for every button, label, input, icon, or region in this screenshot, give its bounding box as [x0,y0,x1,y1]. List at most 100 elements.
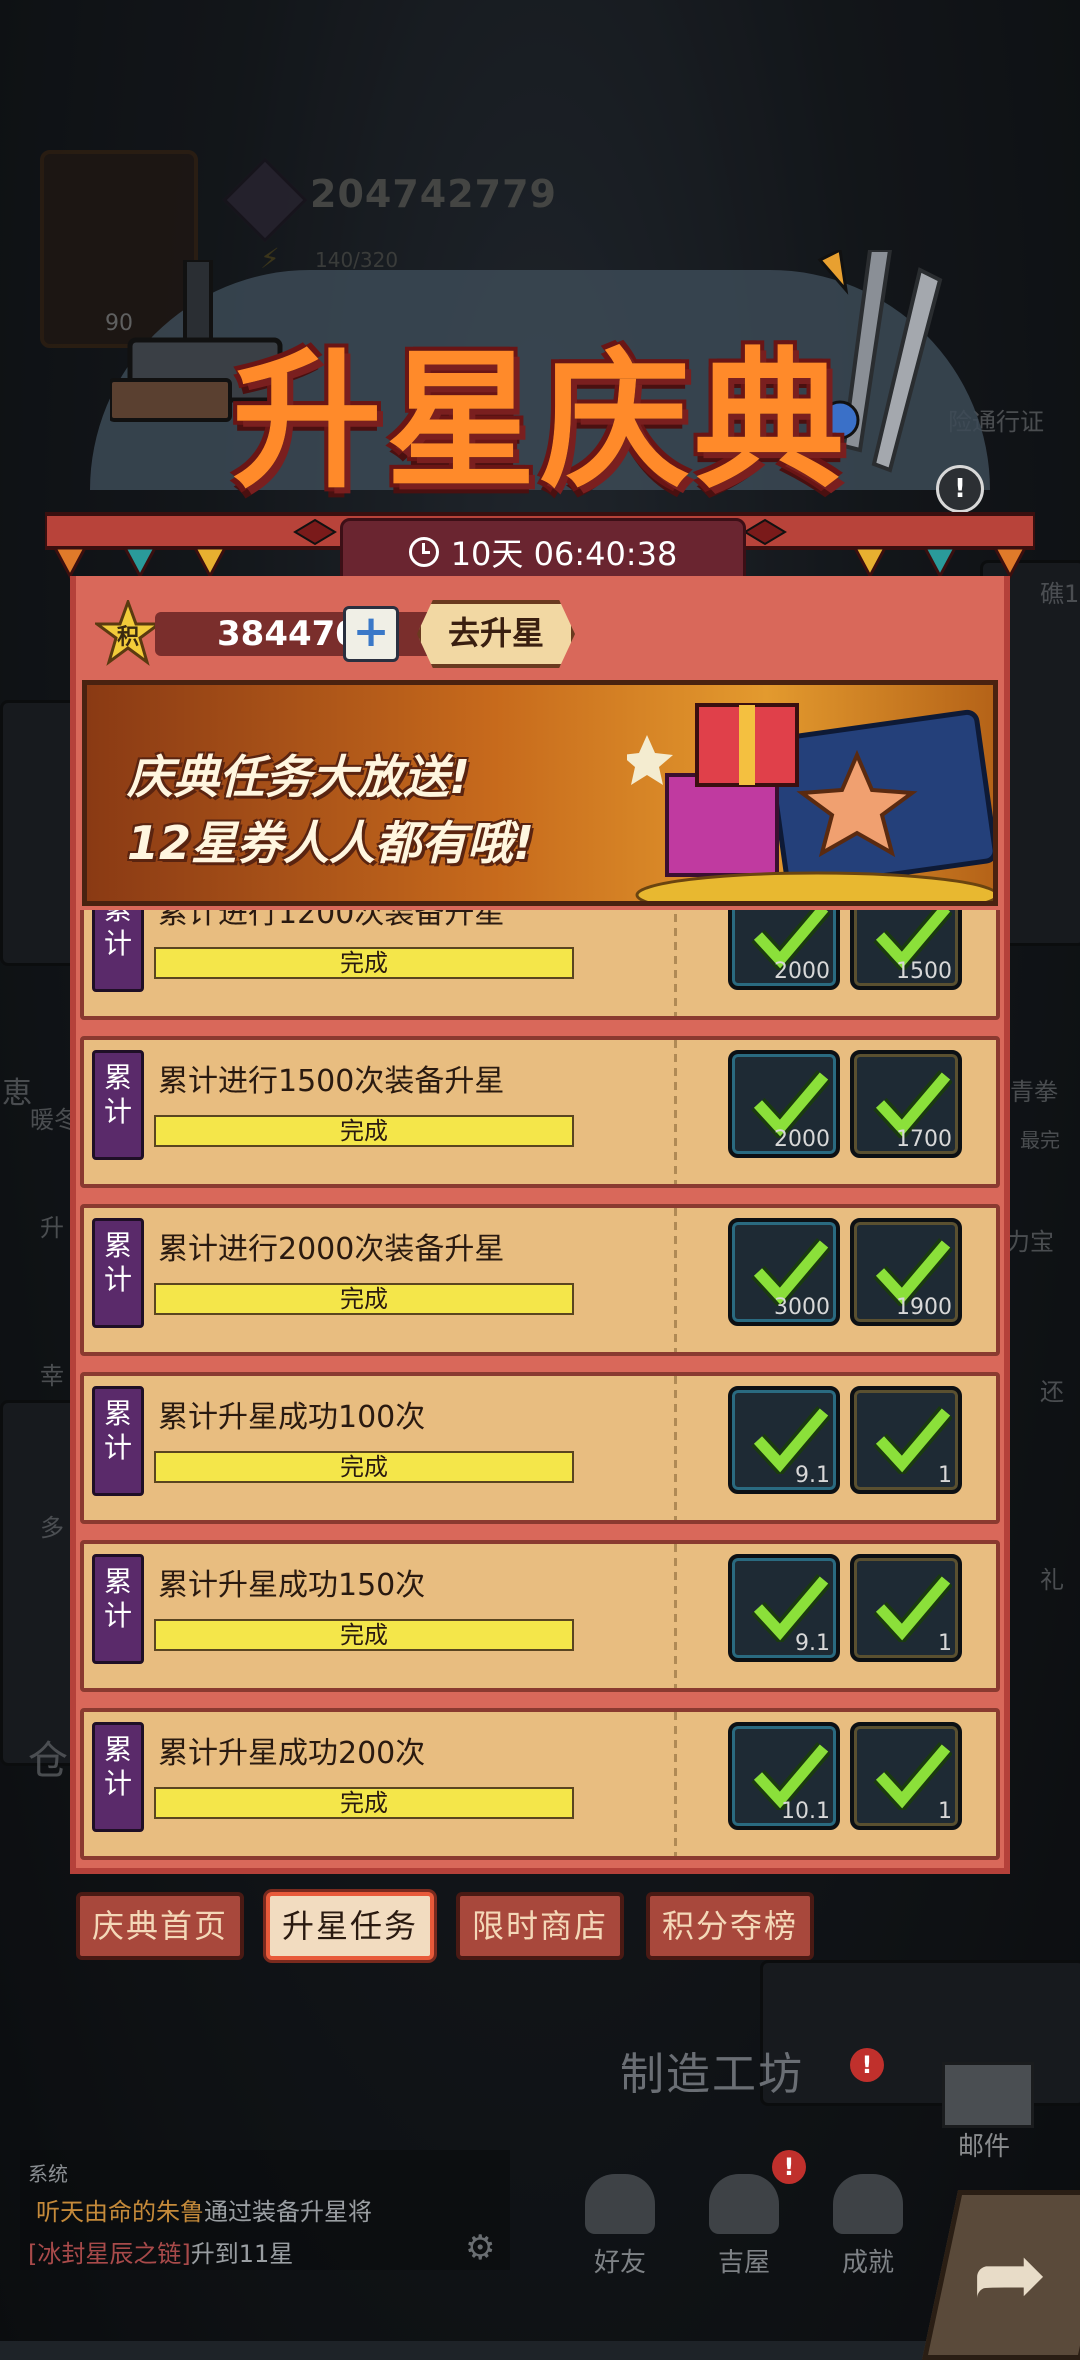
task-status: 完成 [340,1453,388,1481]
mail-label[interactable]: 邮件 [958,2126,1010,2163]
achievement-button[interactable]: 成就 [818,2174,918,2278]
points-star-icon: 积 [95,600,161,666]
divider [674,1544,677,1688]
reward-slot[interactable]: 1500 [850,910,962,990]
divider [674,1208,677,1352]
task-row: 累计 累计升星成功100次 完成 9.1 1 [80,1372,1000,1524]
house-button[interactable]: 吉屋 [694,2174,794,2278]
task-tag: 累计 [92,1386,144,1496]
system-tag: 系统 [28,2162,68,2186]
mail-icon[interactable] [942,2062,1034,2128]
forward-arrow-icon: ➦ [972,2222,1048,2327]
friends-label: 好友 [593,2248,646,2278]
task-row: 累计 累计进行1500次装备升星 完成 2000 1700 [80,1036,1000,1188]
clock-icon [408,537,439,567]
reward-amount: 2000 [774,1127,830,1152]
divider [674,1376,677,1520]
alert-badge: ! [772,2150,806,2184]
task-status: 完成 [340,1117,388,1145]
friends-button[interactable]: 好友 [570,2174,670,2278]
house-icon [709,2174,779,2234]
goto-upgrade-button[interactable]: 去升星 [417,600,575,668]
task-row: 累计 累计进行1200次装备升星 完成 2000 1500 [80,910,1000,1020]
points-value: 384470 [217,614,359,654]
task-progress-bar: 完成 [154,947,574,979]
tab-upgrade-tasks[interactable]: 升星任务 [266,1892,434,1960]
reward-amount: 1700 [896,1127,952,1152]
promo-banner: 庆典任务大放送! 12星券人人都有哦! [82,680,998,906]
reward-amount: 1 [938,1799,952,1824]
reward-slot[interactable]: 1900 [850,1218,962,1326]
divider [674,1712,677,1856]
task-progress-bar: 完成 [154,1451,574,1483]
task-name: 累计升星成功200次 [158,1736,426,1771]
promo-line-1: 庆典任务大放送! [127,750,470,804]
task-tag: 累计 [92,1050,144,1160]
tab-limited-shop[interactable]: 限时商店 [456,1892,624,1960]
reward-amount: 1900 [896,1295,952,1320]
reward-amount: 1 [938,1631,952,1656]
task-name: 累计升星成功150次 [158,1568,426,1603]
reward-amount: 1 [938,1463,952,1488]
points-star-label: 积 [117,625,139,650]
item-name: [冰封星辰之链] [28,2240,191,2268]
tab-celebration-home[interactable]: 庆典首页 [76,1892,244,1960]
task-row: 累计 累计进行2000次装备升星 完成 3000 1900 [80,1204,1000,1356]
reward-slot[interactable]: 1 [850,1722,962,1830]
divider [674,910,677,1016]
reward-amount: 2000 [774,959,830,984]
add-points-button[interactable]: + [343,606,399,662]
task-row: 累计 累计升星成功150次 完成 9.1 1 [80,1540,1000,1692]
tab-points-ranking[interactable]: 积分夺榜 [646,1892,814,1960]
timer-text: 10天 06:40:38 [450,535,678,573]
workshop-label[interactable]: 制造工坊 [620,2038,804,2102]
task-status: 完成 [340,1285,388,1313]
task-tag: 累计 [92,910,144,992]
reward-amount: 10.1 [781,1799,830,1824]
reward-amount: 1500 [896,959,952,984]
reward-slot[interactable]: 9.1 [728,1554,840,1662]
reward-amount: 3000 [774,1295,830,1320]
reward-slot[interactable]: 2000 [728,1050,840,1158]
reward-slot[interactable]: 9.1 [728,1386,840,1494]
message-text: 通过装备升星将 [204,2198,372,2226]
task-name: 累计进行2000次装备升星 [158,1232,505,1267]
task-status: 完成 [340,1621,388,1649]
event-title: 升星庆典 [231,333,848,509]
system-message-line2: [冰封星辰之链]升到11星 [28,2234,293,2269]
alert-badge: ! [850,2048,884,2082]
task-progress-bar: 完成 [154,1787,574,1819]
reward-slot[interactable]: 2000 [728,910,840,990]
task-status: 完成 [340,949,388,977]
task-list[interactable]: 累计 累计进行1200次装备升星 完成 2000 1500 累计 累计进行150… [80,910,1000,1866]
divider [674,1040,677,1184]
house-label: 吉屋 [717,2248,770,2278]
reward-amount: 9.1 [795,1463,830,1488]
friends-icon [585,2174,655,2234]
gear-icon[interactable]: ⚙ [465,2228,495,2268]
task-progress-bar: 完成 [154,1115,574,1147]
reward-slot[interactable]: 1 [850,1554,962,1662]
task-name: 累计升星成功100次 [158,1400,426,1435]
task-name: 累计进行1500次装备升星 [158,1064,505,1099]
gift-ticket-icon [627,703,993,901]
reward-slot[interactable]: 3000 [728,1218,840,1326]
reward-slot[interactable]: 10.1 [728,1722,840,1830]
info-icon[interactable]: ! [936,465,984,513]
message-text: 升到11星 [190,2240,294,2268]
achievement-icon [833,2174,903,2234]
task-name: 累计进行1200次装备升星 [158,910,505,931]
points-row: 积 384470 + 去升星 [95,600,985,670]
reward-slot[interactable]: 1 [850,1386,962,1494]
task-tag: 累计 [92,1722,144,1832]
promo-line-2: 12星券人人都有哦! [127,816,534,870]
player-name: 听天由命的朱鲁 [36,2198,204,2226]
reward-amount: 9.1 [795,1631,830,1656]
achievement-label: 成就 [841,2248,894,2278]
task-progress-bar: 完成 [154,1283,574,1315]
task-tag: 累计 [92,1218,144,1328]
reward-slot[interactable]: 1700 [850,1050,962,1158]
task-tag: 累计 [92,1554,144,1664]
task-status: 完成 [340,1789,388,1817]
task-row: 累计 累计升星成功200次 完成 10.1 1 [80,1708,1000,1860]
